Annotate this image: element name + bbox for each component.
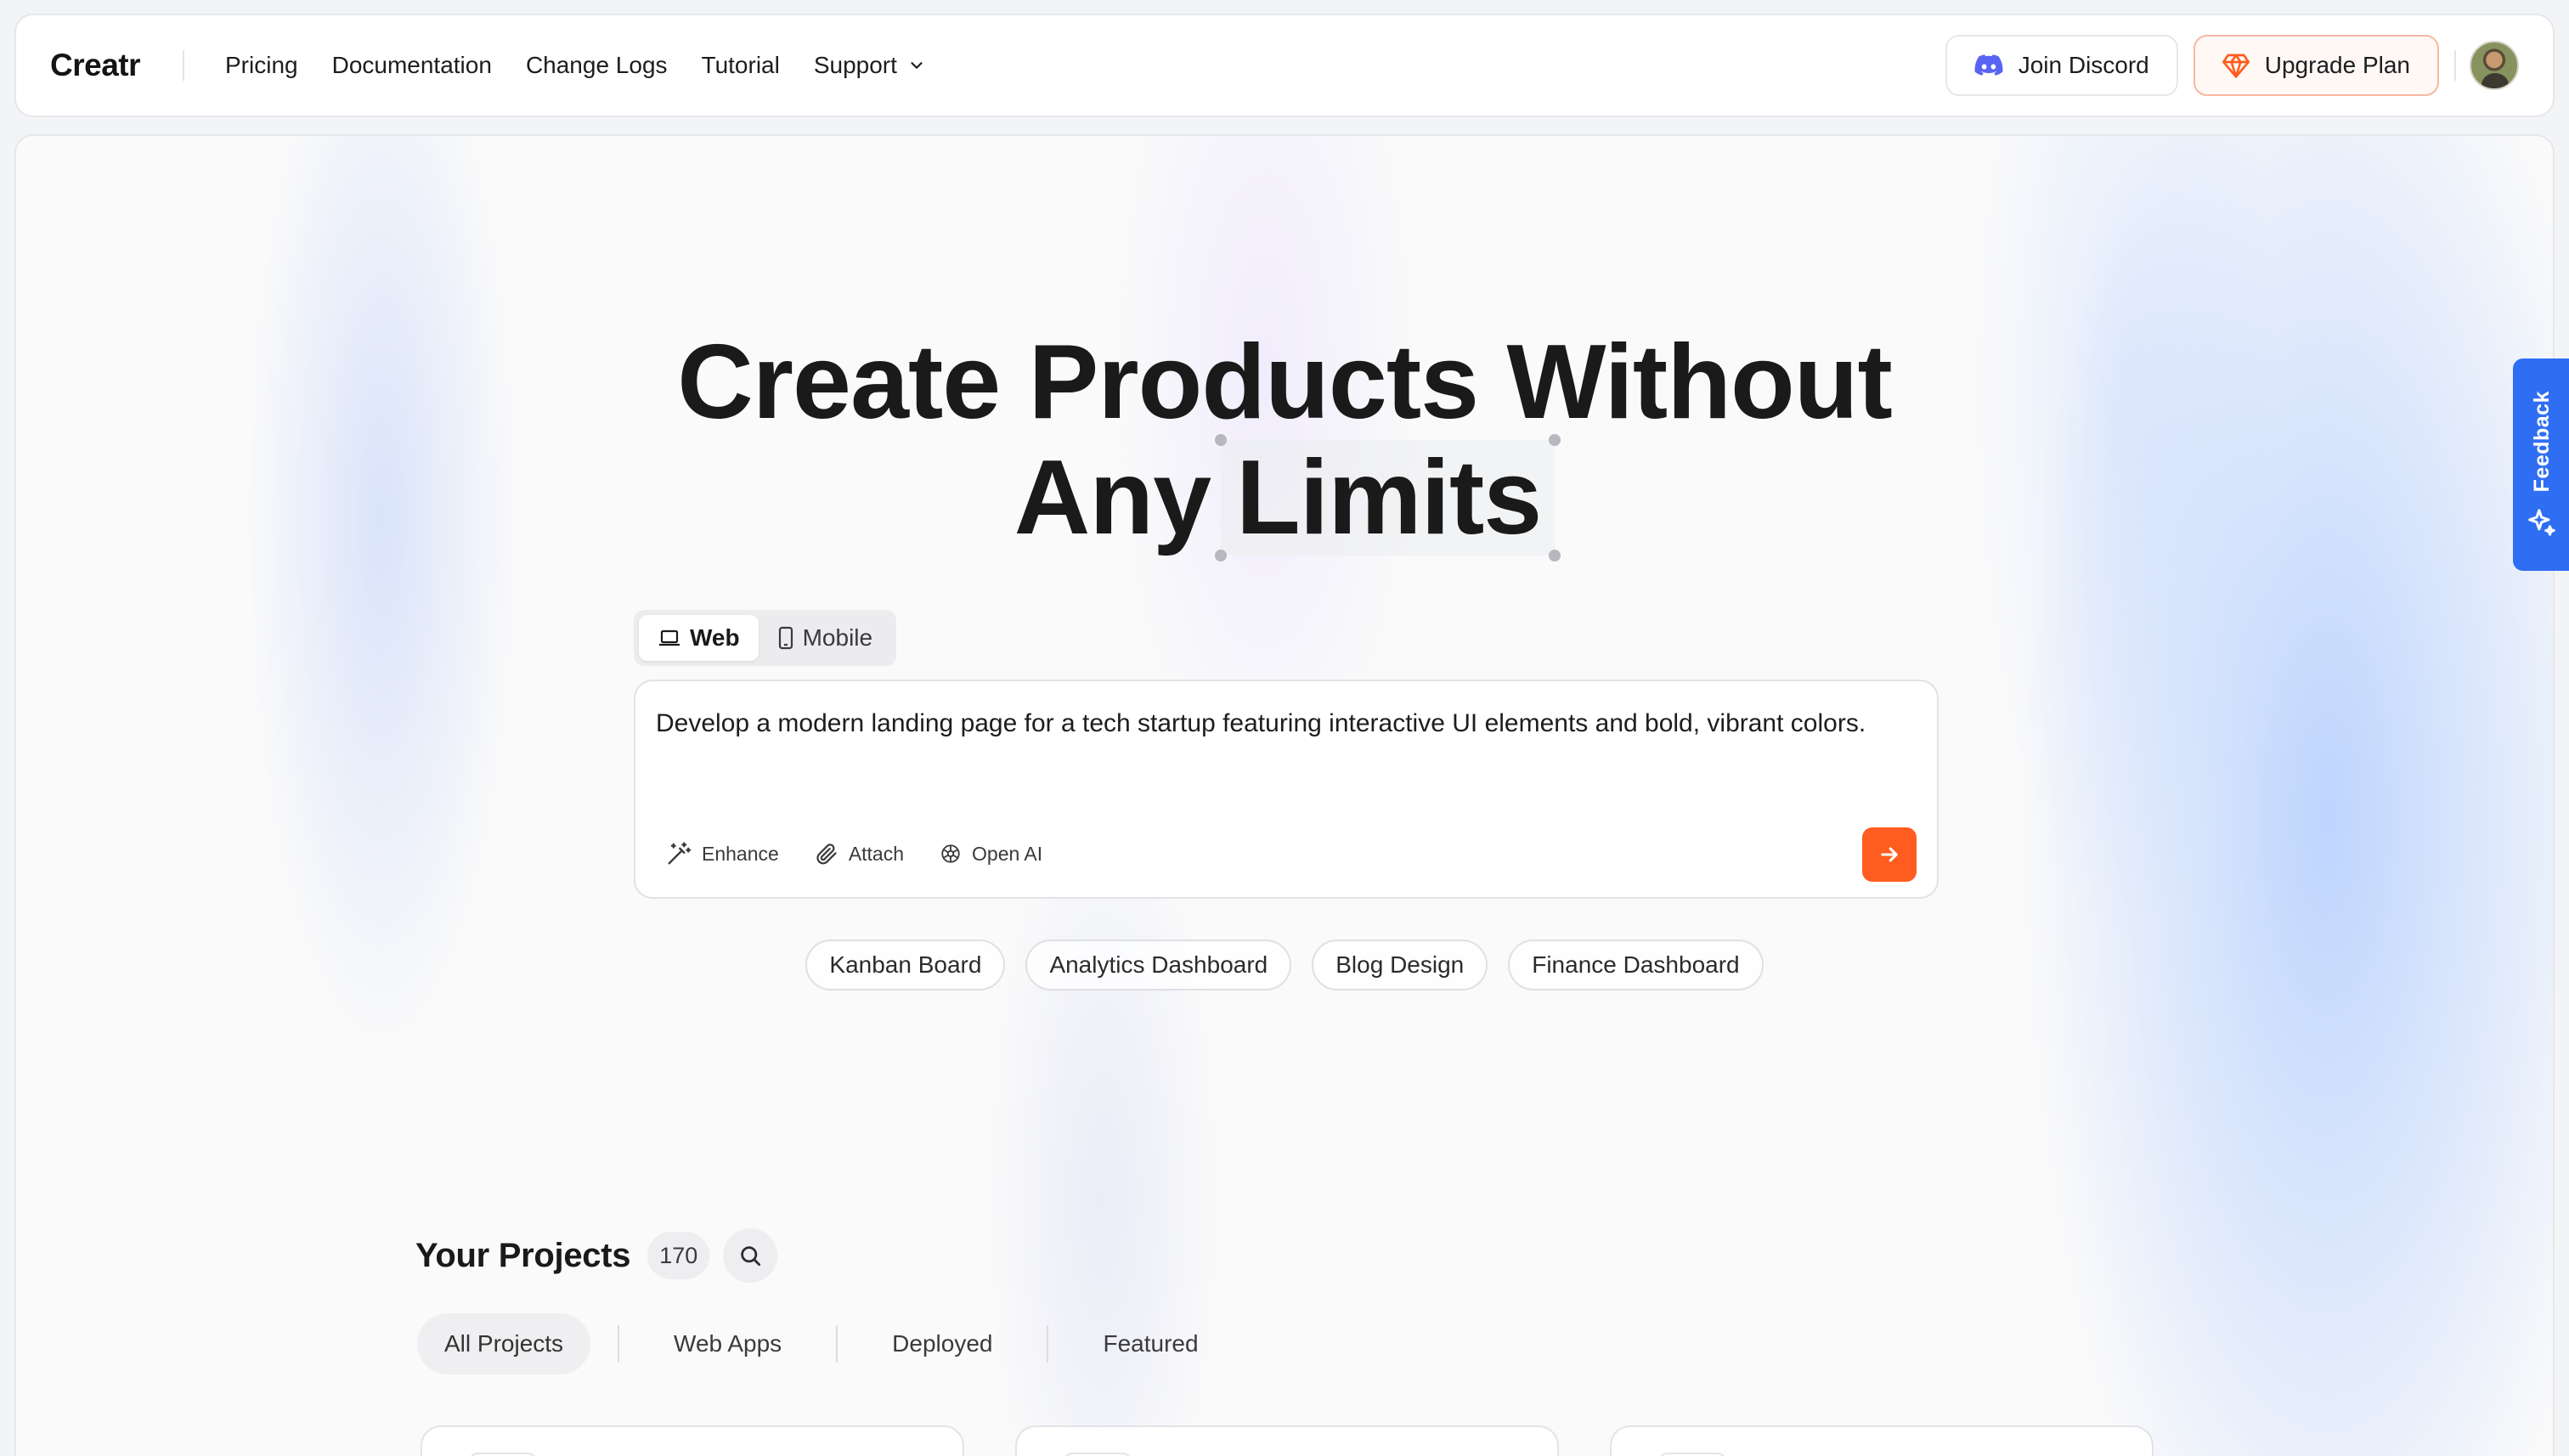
chevron-down-icon [911,62,923,69]
laptop-icon [659,629,680,646]
projects-title: Your Projects [415,1236,631,1274]
attach-button[interactable]: Attach [815,842,904,866]
projects-count-badge: 170 [647,1232,710,1279]
nav-link-pricing[interactable]: Pricing [225,52,298,79]
suggestion-chip-finance-dashboard[interactable]: Finance Dashboard [1508,940,1764,990]
resize-handle-top-left[interactable] [1215,434,1228,446]
model-label: Open AI [972,842,1043,865]
tab-web[interactable]: Web [639,615,759,661]
project-card-thumbnail [1063,1453,1132,1456]
gem-icon [2222,54,2250,78]
prompt-input[interactable] [656,703,1913,797]
resize-handle-top-right[interactable] [1549,434,1561,446]
hero-title-highlight-box[interactable]: Limits [1215,434,1561,562]
filter-deployed[interactable]: Deployed [865,1313,1019,1374]
resize-handle-bottom-right[interactable] [1549,550,1561,562]
user-avatar[interactable] [2470,41,2519,90]
nav-divider-right [2454,50,2456,81]
main-panel: Create Products Without Any Limits Web Mo… [14,134,2555,1456]
project-card[interactable] [1015,1425,1559,1456]
projects-search-button[interactable] [723,1228,778,1283]
hero-title: Create Products Without Any Limits [16,324,2553,562]
hero-title-prefix: Any [1013,439,1211,556]
smartphone-icon [778,626,793,650]
brand-logo[interactable]: Creatr [50,48,141,83]
upgrade-plan-label: Upgrade Plan [2264,52,2410,78]
arrow-right-icon [1881,847,1898,862]
enhance-label: Enhance [702,842,779,865]
project-filter-tabs: All Projects Web Apps Deployed Featured [417,1313,1226,1374]
suggestion-chip-blog-design[interactable]: Blog Design [1312,940,1488,990]
enhance-button[interactable]: Enhance [666,841,779,866]
nav-link-tutorial[interactable]: Tutorial [702,52,780,79]
suggestion-chip-kanban-board[interactable]: Kanban Board [805,940,1006,990]
hero-title-highlight: Limits [1236,439,1542,556]
tab-mobile-label: Mobile [802,624,873,651]
nav-link-documentation[interactable]: Documentation [332,52,492,79]
tab-web-label: Web [690,624,740,651]
filter-all-projects[interactable]: All Projects [417,1313,591,1374]
attach-label: Attach [848,842,905,865]
filter-web-apps[interactable]: Web Apps [646,1313,809,1374]
magic-wand-icon [668,842,692,865]
model-selector[interactable]: Open AI [940,843,1042,866]
project-card-thumbnail [468,1453,538,1456]
filter-divider [1047,1325,1049,1363]
prompt-box: Enhance Attach Open AI [634,680,1939,899]
filter-divider [618,1325,620,1363]
send-button[interactable] [1862,827,1917,882]
tab-mobile[interactable]: Mobile [759,615,891,661]
project-card-thumbnail [1657,1453,1727,1456]
feedback-label: Feedback [2529,391,2554,493]
hero-title-line-2: Any Limits [16,434,2553,562]
nav-divider [183,50,184,81]
search-icon [741,1246,761,1266]
nav-link-change-logs[interactable]: Change Logs [526,52,668,79]
nav-actions: Join Discord Upgrade Plan [1945,35,2519,96]
prompt-toolbar: Enhance Attach Open AI [666,841,1078,866]
filter-divider [836,1325,838,1363]
hero-title-line-1: Create Products Without [677,324,1893,441]
top-navbar: Creatr Pricing Documentation Change Logs… [14,14,2555,117]
project-card[interactable] [421,1425,964,1456]
sparkle-icon [2528,508,2555,536]
nav-links: Pricing Documentation Change Logs Tutori… [225,52,960,79]
device-toggle: Web Mobile [634,610,897,666]
feedback-tab[interactable]: Feedback [2513,358,2569,571]
resize-handle-bottom-left[interactable] [1215,550,1228,562]
projects-header: Your Projects 170 [415,1228,778,1283]
join-discord-label: Join Discord [2018,52,2149,78]
openai-icon [941,844,960,863]
project-card[interactable] [1610,1425,2154,1456]
join-discord-button[interactable]: Join Discord [1945,35,2178,96]
support-label: Support [813,52,897,78]
discord-icon [1974,54,2003,76]
suggestion-chip-analytics-dashboard[interactable]: Analytics Dashboard [1025,940,1292,990]
paperclip-icon [816,844,837,865]
nav-link-support[interactable]: Support [814,52,926,79]
suggestion-chips: Kanban Board Analytics Dashboard Blog De… [16,940,2553,990]
upgrade-plan-button[interactable]: Upgrade Plan [2193,35,2439,96]
filter-featured[interactable]: Featured [1076,1313,1225,1374]
